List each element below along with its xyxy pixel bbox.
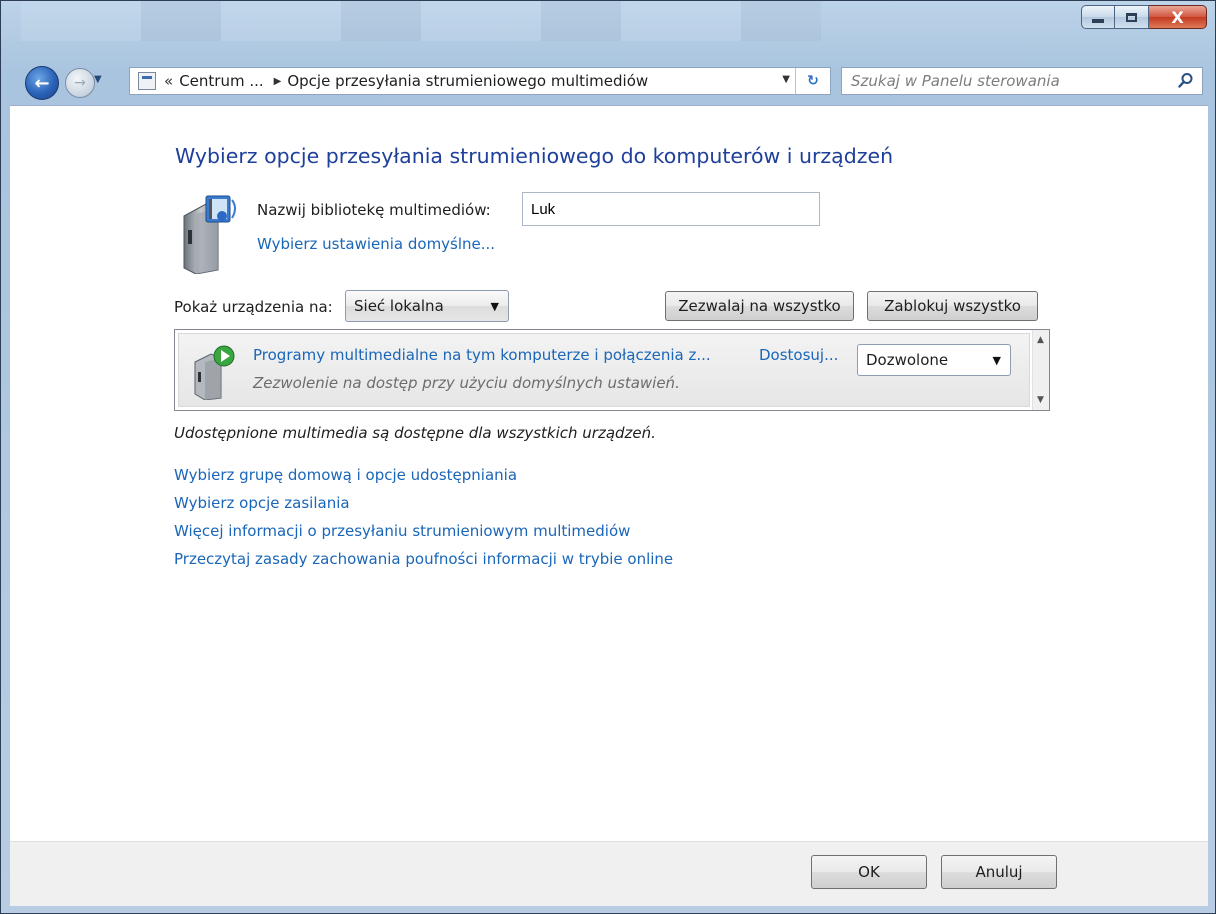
- back-arrow-icon: ←: [34, 72, 50, 94]
- show-devices-value: Sieć lokalna: [354, 297, 444, 315]
- breadcrumb-centrum[interactable]: Centrum ...: [179, 72, 263, 90]
- related-links: Wybierz grupę domową i opcje udostępnian…: [174, 461, 673, 573]
- show-devices-label: Pokaż urządzenia na:: [174, 298, 333, 316]
- scroll-up-icon[interactable]: ▲: [1037, 335, 1044, 345]
- device-list[interactable]: Programy multimedialne na tym komputerze…: [174, 329, 1050, 411]
- maximize-icon: [1126, 12, 1137, 22]
- minimize-button[interactable]: [1081, 5, 1115, 29]
- privacy-policy-link[interactable]: Przeczytaj zasady zachowania poufności i…: [174, 545, 673, 573]
- chevron-down-icon: ▼: [992, 354, 1001, 367]
- breadcrumb-separator-icon[interactable]: ▶: [274, 76, 282, 87]
- ok-button[interactable]: OK: [811, 855, 927, 889]
- close-icon: X: [1171, 7, 1184, 27]
- content-pane: Wybierz opcje przesyłania strumieniowego…: [10, 105, 1208, 842]
- show-devices-select[interactable]: Sieć lokalna ▼: [345, 290, 509, 322]
- scroll-down-icon[interactable]: ▼: [1037, 395, 1044, 405]
- forward-button[interactable]: →: [65, 68, 95, 98]
- navigation-bar: ← → ▼ « Centrum ... ▶ Opcje przesyłania …: [1, 58, 1215, 100]
- customize-link[interactable]: Dostosuj...: [759, 346, 838, 364]
- address-dropdown-icon[interactable]: ▼: [782, 74, 790, 85]
- search-icon[interactable]: [1178, 72, 1194, 88]
- media-server-icon: [183, 195, 236, 274]
- dialog-footer: OK Anuluj: [10, 841, 1208, 906]
- caption-buttons: X: [1081, 5, 1207, 29]
- homegroup-link[interactable]: Wybierz grupę domową i opcje udostępnian…: [174, 461, 673, 489]
- list-item[interactable]: Programy multimedialne na tym komputerze…: [178, 333, 1030, 407]
- default-settings-link[interactable]: Wybierz ustawienia domyślne...: [257, 235, 495, 253]
- breadcrumb-overflow[interactable]: «: [164, 72, 173, 90]
- refresh-button[interactable]: ↻: [795, 68, 830, 94]
- allow-all-button[interactable]: Zezwalaj na wszystko: [665, 291, 854, 321]
- minimize-icon: [1092, 19, 1104, 23]
- shared-media-note: Udostępnione multimedia są dostępne dla …: [174, 424, 656, 442]
- list-scrollbar[interactable]: ▲ ▼: [1032, 330, 1049, 410]
- page-title: Wybierz opcje przesyłania strumieniowego…: [175, 144, 894, 168]
- block-all-button[interactable]: Zablokuj wszystko: [867, 291, 1038, 321]
- library-name-label: Nazwij bibliotekę multimediów:: [257, 201, 491, 219]
- device-subtitle: Zezwolenie na dostęp przy użyciu domyśln…: [253, 374, 680, 392]
- address-bar[interactable]: « Centrum ... ▶ Opcje przesyłania strumi…: [129, 67, 831, 95]
- recent-pages-dropdown[interactable]: ▼: [94, 74, 102, 85]
- control-panel-icon: [138, 72, 156, 90]
- device-permission-value: Dozwolone: [866, 351, 949, 369]
- maximize-button[interactable]: [1115, 5, 1149, 29]
- back-button[interactable]: ←: [25, 66, 59, 100]
- titlebar: [21, 1, 821, 41]
- refresh-icon: ↻: [807, 73, 819, 89]
- streaming-info-link[interactable]: Więcej informacji o przesyłaniu strumien…: [174, 517, 673, 545]
- device-permission-select[interactable]: Dozwolone ▼: [857, 344, 1011, 376]
- breadcrumb-current[interactable]: Opcje przesyłania strumieniowego multime…: [287, 72, 648, 90]
- close-button[interactable]: X: [1149, 5, 1207, 29]
- chevron-down-icon: ▼: [490, 300, 499, 313]
- device-title-link[interactable]: Programy multimedialne na tym komputerze…: [253, 346, 711, 364]
- window: X ← → ▼ « Centrum ... ▶ Opcje przesyłani…: [0, 0, 1216, 914]
- cancel-button[interactable]: Anuluj: [941, 855, 1057, 889]
- media-programs-icon: [194, 345, 235, 400]
- library-name-input[interactable]: [522, 192, 820, 226]
- search-input[interactable]: Szukaj w Panelu sterowania: [841, 67, 1203, 95]
- forward-arrow-icon: →: [74, 75, 86, 91]
- power-options-link[interactable]: Wybierz opcje zasilania: [174, 489, 673, 517]
- search-placeholder: Szukaj w Panelu sterowania: [851, 72, 1060, 90]
- chevron-down-icon: ▼: [94, 74, 102, 85]
